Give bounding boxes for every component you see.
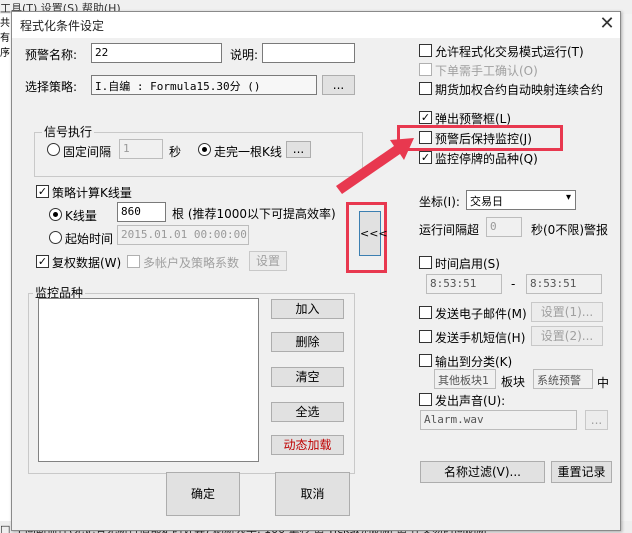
email-settings-button[interactable]: 设置(1)... (531, 302, 603, 322)
chevron-down-icon: ▾ (565, 192, 571, 203)
output-category-label: 输出到分类(K) (435, 355, 513, 369)
dialog-titlebar: 程式化条件设定 ✕ (12, 12, 620, 38)
sound-checkbox[interactable] (419, 393, 432, 406)
select-all-button[interactable]: 全选 (271, 402, 344, 422)
start-time-input[interactable]: 2015.01.01 00:00:00 (117, 225, 249, 245)
category-alert-input[interactable]: 系统预警 (533, 369, 593, 389)
category-mid-text: 中 (597, 376, 610, 390)
manual-confirm-checkbox[interactable] (419, 63, 432, 76)
dynamic-load-button[interactable]: 动态加载 (271, 435, 344, 455)
run-interval-unit: 秒(0不限)警报 (531, 223, 608, 237)
sound-file-input[interactable]: Alarm.wav (420, 410, 577, 430)
run-interval-input[interactable]: 0 (486, 217, 522, 237)
multi-account-checkbox[interactable] (127, 255, 140, 268)
send-sms-label: 发送手机短信(H) (435, 331, 526, 345)
multi-account-label: 多帐户及策略系数 (143, 256, 240, 270)
send-sms-checkbox[interactable] (419, 330, 432, 343)
fixed-interval-input[interactable]: 1 (119, 139, 163, 159)
time-enable-label: 时间启用(S) (435, 257, 500, 271)
run-interval-label: 运行间隔超 (419, 223, 480, 237)
kline-qty-label: K线量 (65, 209, 97, 223)
time-end-input[interactable]: 8:53:51 (526, 274, 602, 294)
start-time-radio[interactable] (49, 231, 62, 244)
close-icon[interactable]: ✕ (596, 14, 618, 36)
keep-monitor-label: 预警后保持监控(J) (435, 132, 532, 146)
clear-button[interactable]: 清空 (271, 367, 344, 387)
send-email-checkbox[interactable] (419, 306, 432, 319)
signal-group-label: 信号执行 (42, 123, 95, 140)
program-condition-dialog: 程式化条件设定 ✕ 预警名称: 22 说明: 选择策略: I.自编 : Form… (11, 11, 621, 531)
reweight-checkbox[interactable]: ✓ (36, 255, 49, 268)
category-block-input[interactable]: 其他板块1 (434, 369, 496, 389)
description-label: 说明: (230, 48, 259, 62)
manual-confirm-label: 下单需手工确认(O) (435, 64, 538, 78)
calc-kline-checkbox[interactable]: ✓ (36, 185, 49, 198)
strategy-browse-button[interactable]: ... (322, 75, 355, 95)
time-separator: - (511, 277, 516, 291)
finish-kline-radio[interactable] (198, 143, 211, 156)
calc-kline-label: 策略计算K线量 (52, 186, 132, 200)
sms-settings-button[interactable]: 设置(2)... (531, 326, 603, 346)
kline-qty-input[interactable]: 860 (117, 202, 166, 222)
dialog-title: 程式化条件设定 (20, 19, 105, 33)
strategy-label: 选择策略: (25, 80, 78, 94)
alert-name-input[interactable]: 22 (91, 43, 222, 63)
fixed-interval-label: 固定间隔 (63, 145, 112, 159)
start-time-label: 起始时间 (65, 232, 114, 246)
ok-button[interactable]: 确定 (166, 472, 240, 516)
kline-qty-hint: 根 (推荐1000以下可提高效率) (172, 207, 336, 221)
monitor-suspended-label: 监控停牌的品种(Q) (435, 152, 538, 166)
strategy-input[interactable]: I.自编 : Formula15.30分 () (91, 75, 317, 95)
futures-map-label: 期货加权合约自动映射连续合约 (435, 83, 604, 97)
coordinate-value: 交易日 (470, 195, 503, 208)
alert-name-label: 预警名称: (25, 48, 78, 62)
description-input[interactable] (262, 43, 355, 63)
time-start-input[interactable]: 8:53:51 (426, 274, 502, 294)
coordinate-select[interactable]: 交易日 ▾ (466, 190, 576, 210)
block-word: 板块 (501, 375, 526, 389)
annotation-arrow-icon (336, 138, 414, 194)
sound-browse-button[interactable]: ... (585, 410, 608, 430)
delete-button[interactable]: 删除 (271, 332, 344, 352)
send-email-label: 发送电子邮件(M) (435, 307, 527, 321)
collapse-panel-button[interactable]: <<< (359, 211, 388, 256)
add-button[interactable]: 加入 (271, 299, 344, 319)
multi-account-settings-button[interactable]: 设置 (249, 251, 287, 271)
finish-kline-label: 走完一根K线 (214, 145, 282, 159)
allow-program-checkbox[interactable] (419, 44, 432, 57)
reweight-label: 复权数据(W) (52, 256, 122, 270)
background-side-text: 共有序 (0, 18, 10, 59)
coordinate-label: 坐标(I): (419, 195, 460, 209)
seconds-unit: 秒 (169, 145, 182, 159)
fixed-interval-radio[interactable] (47, 143, 60, 156)
cancel-button[interactable]: 取消 (275, 472, 350, 516)
monitor-list[interactable] (38, 298, 259, 462)
sound-label: 发出声音(U): (435, 394, 506, 408)
time-enable-checkbox[interactable] (419, 256, 432, 269)
name-filter-button[interactable]: 名称过滤(V)... (420, 461, 545, 483)
finish-kline-button[interactable]: ... (286, 141, 311, 158)
allow-program-label: 允许程式化交易模式运行(T) (435, 45, 584, 59)
futures-map-checkbox[interactable] (419, 82, 432, 95)
kline-qty-radio[interactable] (49, 208, 62, 221)
reset-record-button[interactable]: 重置记录 (551, 461, 612, 483)
output-category-checkbox[interactable] (419, 354, 432, 367)
